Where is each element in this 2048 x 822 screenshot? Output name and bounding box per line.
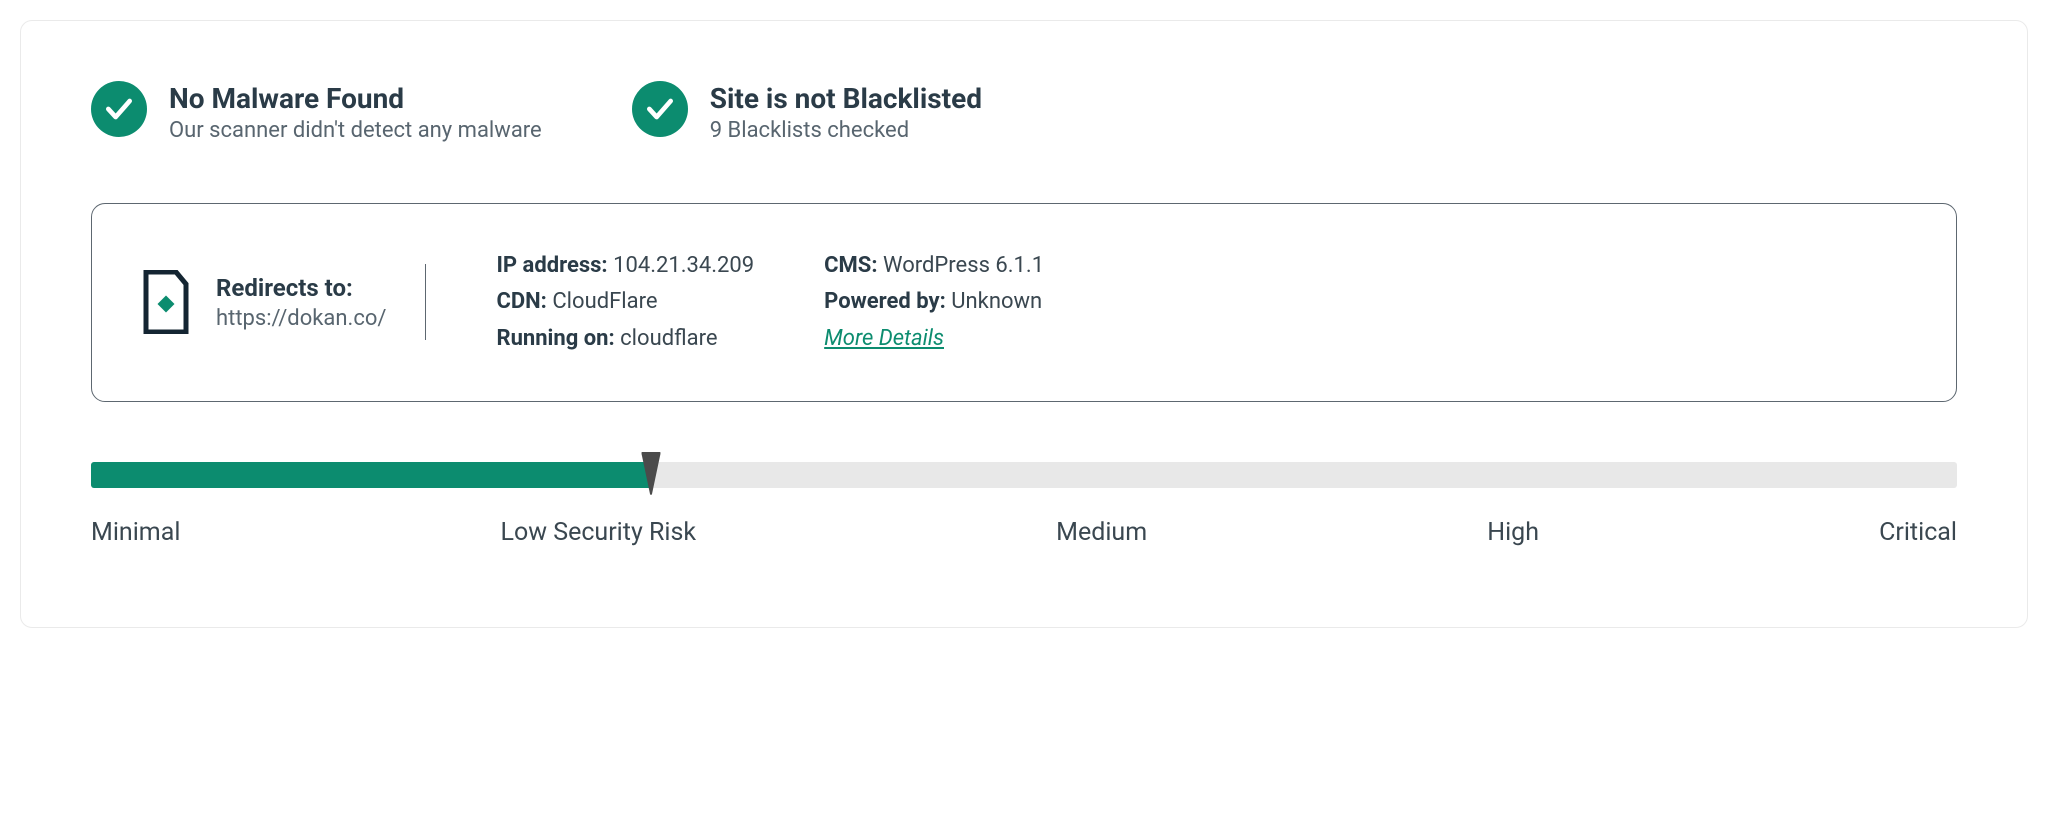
ip-row: IP address: 104.21.34.209	[496, 248, 754, 284]
security-summary-card: No Malware Found Our scanner didn't dete…	[20, 20, 2028, 628]
detail-col-1: IP address: 104.21.34.209 CDN: CloudFlar…	[496, 248, 754, 357]
status-row: No Malware Found Our scanner didn't dete…	[91, 81, 1957, 143]
malware-subtitle: Our scanner didn't detect any malware	[169, 118, 542, 143]
risk-label-medium: Medium	[1056, 518, 1147, 547]
redirects-url: https://dokan.co/	[216, 306, 386, 331]
cdn-label: CDN:	[496, 289, 546, 314]
redirect-block: Redirects to: https://dokan.co/	[140, 270, 426, 334]
cdn-row: CDN: CloudFlare	[496, 284, 754, 320]
risk-labels: Minimal Low Security Risk Medium High Cr…	[91, 518, 1957, 547]
powered-row: Powered by: Unknown	[824, 284, 1044, 320]
blacklist-status: Site is not Blacklisted 9 Blacklists che…	[632, 81, 982, 143]
site-details-panel: Redirects to: https://dokan.co/ IP addre…	[91, 203, 1957, 402]
blacklist-status-text: Site is not Blacklisted 9 Blacklists che…	[710, 81, 982, 143]
ip-value: 104.21.34.209	[613, 253, 754, 278]
malware-title: No Malware Found	[169, 81, 542, 116]
cdn-value: CloudFlare	[552, 289, 657, 314]
running-label: Running on:	[496, 326, 614, 351]
check-icon	[91, 81, 147, 137]
cms-label: CMS:	[824, 253, 877, 278]
cms-value: WordPress 6.1.1	[883, 253, 1044, 278]
risk-track	[91, 462, 1957, 488]
malware-status-text: No Malware Found Our scanner didn't dete…	[169, 81, 542, 143]
powered-label: Powered by:	[824, 289, 946, 314]
blacklist-title: Site is not Blacklisted	[710, 81, 982, 116]
blacklist-subtitle: 9 Blacklists checked	[710, 118, 982, 143]
risk-label-high: High	[1487, 518, 1539, 547]
risk-meter: Minimal Low Security Risk Medium High Cr…	[91, 462, 1957, 547]
risk-label-low: Low Security Risk	[501, 518, 697, 547]
risk-label-minimal: Minimal	[91, 518, 180, 547]
check-icon	[632, 81, 688, 137]
risk-fill	[91, 462, 651, 488]
running-row: Running on: cloudflare	[496, 321, 754, 357]
redirects-label: Redirects to:	[216, 274, 386, 302]
powered-value: Unknown	[951, 289, 1042, 314]
more-details-link[interactable]: More Details	[824, 326, 944, 351]
malware-status: No Malware Found Our scanner didn't dete…	[91, 81, 542, 143]
ip-label: IP address:	[496, 253, 607, 278]
running-value: cloudflare	[620, 326, 717, 351]
redirect-text: Redirects to: https://dokan.co/	[216, 274, 386, 331]
detail-columns: IP address: 104.21.34.209 CDN: CloudFlar…	[466, 248, 1044, 357]
cms-row: CMS: WordPress 6.1.1	[824, 248, 1044, 284]
risk-label-critical: Critical	[1879, 518, 1957, 547]
file-icon	[140, 270, 192, 334]
risk-pointer-icon	[639, 450, 663, 496]
detail-col-2: CMS: WordPress 6.1.1 Powered by: Unknown…	[824, 248, 1044, 357]
